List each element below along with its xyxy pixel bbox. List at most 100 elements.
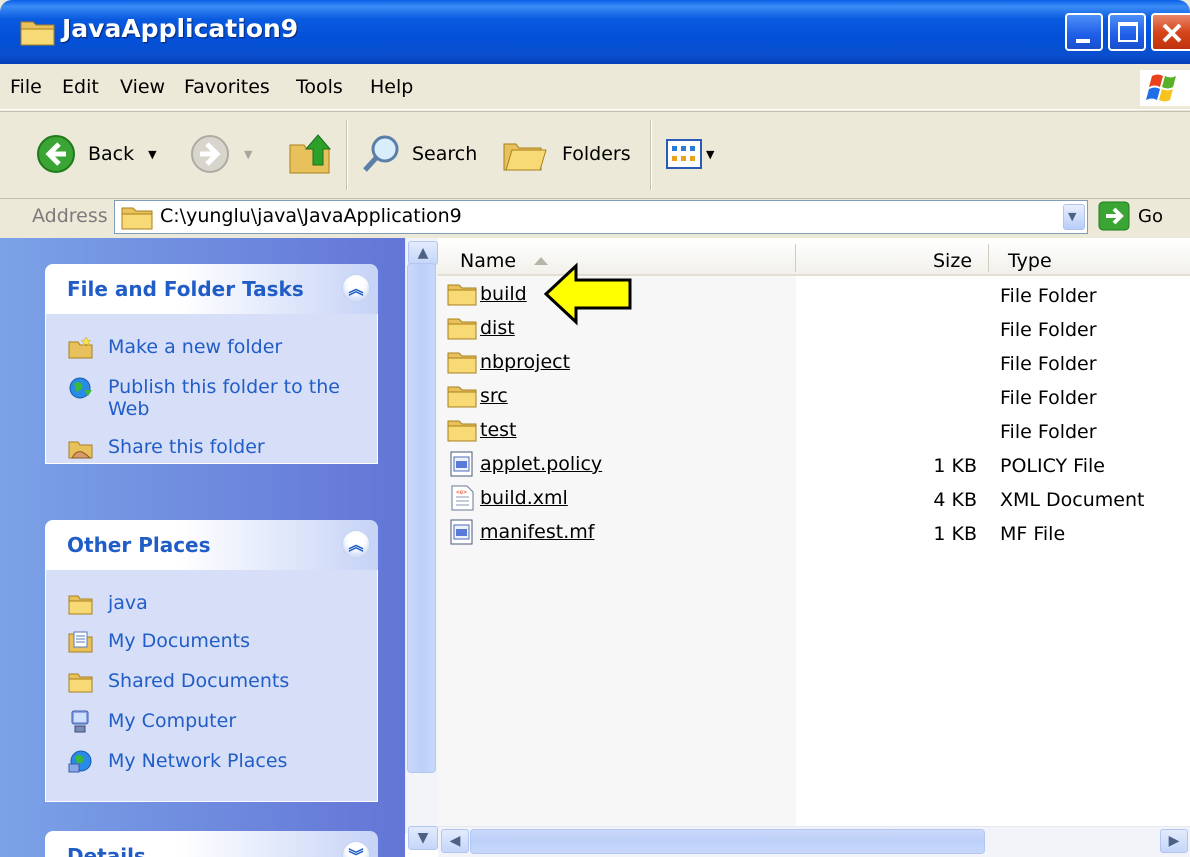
file-type: File Folder [1000, 353, 1097, 375]
generic-file-icon [450, 519, 473, 545]
forward-arrow-icon [191, 135, 229, 173]
column-divider[interactable] [795, 244, 796, 272]
views-dropdown-icon[interactable]: ▼ [706, 148, 714, 161]
column-header-type[interactable]: Type [1008, 250, 1052, 272]
file-row-name[interactable]: nbproject [446, 349, 570, 375]
details-header[interactable]: Details ︾ [45, 831, 378, 857]
folder-icon [447, 284, 477, 306]
my-computer-icon [71, 710, 89, 733]
menu-file[interactable]: File [10, 76, 42, 98]
generic-file-icon [450, 451, 473, 477]
column-divider[interactable] [988, 244, 989, 272]
maximize-button[interactable] [1108, 13, 1146, 51]
collapse-icon[interactable]: ︽ [342, 274, 370, 302]
folder-icon [121, 207, 153, 230]
forward-button[interactable]: ▼ [190, 134, 252, 174]
place-shared-documents[interactable]: Shared Documents [68, 670, 289, 694]
views-button[interactable]: ▼ [666, 139, 714, 169]
title-bar[interactable]: JavaApplication9 [0, 0, 1190, 64]
place-my-computer[interactable]: My Computer [68, 710, 236, 734]
folders-label: Folders [562, 143, 631, 165]
place-java[interactable]: java [68, 592, 148, 616]
task-publish-folder[interactable]: Publish this folder to the Web [68, 376, 348, 420]
place-label: java [108, 592, 148, 614]
file-row-name[interactable]: src [446, 383, 508, 409]
scroll-up-button[interactable]: ▲ [408, 241, 438, 265]
file-name: test [480, 419, 517, 441]
file-type: POLICY File [1000, 455, 1105, 477]
toolbar-separator [650, 120, 652, 190]
place-my-documents[interactable]: My Documents [68, 630, 250, 654]
task-make-new-folder[interactable]: Make a new folder [68, 336, 282, 360]
horizontal-scroll-thumb[interactable] [470, 829, 985, 854]
place-my-network-places[interactable]: My Network Places [68, 750, 287, 774]
menu-bar: File Edit View Favorites Tools Help [0, 64, 1190, 110]
folder-icon [68, 673, 93, 693]
go-button[interactable]: Go [1098, 201, 1163, 231]
place-label: Shared Documents [108, 670, 290, 692]
file-row-name[interactable]: applet.policy [446, 451, 602, 477]
file-row-name[interactable]: build [446, 281, 527, 307]
folder-icon [447, 352, 477, 374]
folder-up-icon [289, 134, 332, 174]
menu-favorites[interactable]: Favorites [184, 76, 270, 98]
scroll-down-button[interactable]: ▼ [408, 826, 438, 850]
expand-icon[interactable]: ︾ [342, 841, 370, 857]
folder-icon [68, 595, 93, 615]
menu-tools[interactable]: Tools [296, 76, 343, 98]
task-pane: File and Folder Tasks ︽ Make a new folde… [0, 238, 405, 857]
other-places-body: java My Documents Shared Documents My Co… [45, 570, 378, 802]
windows-logo-icon [1140, 70, 1190, 106]
file-type: File Folder [1000, 387, 1097, 409]
up-button[interactable] [288, 131, 334, 177]
yellow-pointer-arrow [543, 262, 632, 326]
task-label: Publish this folder to the Web [108, 376, 340, 420]
file-folder-tasks-header[interactable]: File and Folder Tasks ︽ [45, 264, 378, 314]
file-type: File Folder [1000, 319, 1097, 341]
forward-dropdown-icon: ▼ [244, 147, 253, 161]
menu-edit[interactable]: Edit [62, 76, 99, 98]
go-arrow-icon [1098, 201, 1130, 231]
back-dropdown-icon[interactable]: ▼ [148, 148, 156, 161]
place-label: My Network Places [108, 750, 288, 772]
file-row-name[interactable]: <e> build.xml [446, 485, 568, 511]
vertical-scroll-thumb[interactable] [407, 263, 436, 773]
back-button[interactable]: Back ▼ [36, 134, 157, 174]
task-label: Make a new folder [108, 336, 283, 358]
close-button[interactable] [1151, 13, 1190, 51]
file-name: build.xml [480, 487, 568, 509]
file-row-name[interactable]: manifest.mf [446, 519, 594, 545]
address-dropdown-button[interactable]: ▼ [1063, 204, 1085, 230]
folder-icon [447, 420, 477, 442]
chevron-down-icon: ▼ [417, 830, 429, 846]
menu-view[interactable]: View [120, 76, 165, 98]
back-label: Back [88, 143, 135, 165]
file-name: applet.policy [480, 453, 603, 475]
file-folder-tasks-title: File and Folder Tasks [67, 277, 304, 301]
search-icon [363, 135, 399, 172]
column-header-size[interactable]: Size [933, 250, 972, 272]
share-folder-icon [68, 441, 93, 459]
xml-file-icon: <e> [451, 485, 474, 511]
chevron-up-icon: ▲ [417, 245, 429, 261]
search-button[interactable]: Search [362, 134, 477, 174]
scroll-left-button[interactable]: ◀ [441, 829, 469, 853]
collapse-icon[interactable]: ︽ [342, 530, 370, 558]
folders-button[interactable]: Folders [502, 134, 631, 174]
close-icon [1162, 23, 1182, 43]
toolbar-separator [346, 120, 348, 190]
other-places-header[interactable]: Other Places ︽ [45, 520, 378, 570]
file-row-name[interactable]: dist [446, 315, 515, 341]
place-label: My Documents [108, 630, 251, 652]
menu-help[interactable]: Help [370, 76, 413, 98]
address-label: Address [32, 205, 108, 227]
minimize-button[interactable] [1065, 13, 1103, 51]
task-share-folder[interactable]: Share this folder [68, 436, 265, 460]
column-header-name[interactable]: Name [460, 250, 516, 272]
file-row-name[interactable]: test [446, 417, 517, 443]
chevron-left-icon: ◀ [449, 833, 461, 849]
scroll-right-button[interactable]: ▶ [1160, 829, 1188, 853]
views-icon [666, 139, 702, 169]
file-name: src [480, 385, 508, 407]
publish-web-icon [69, 377, 92, 399]
